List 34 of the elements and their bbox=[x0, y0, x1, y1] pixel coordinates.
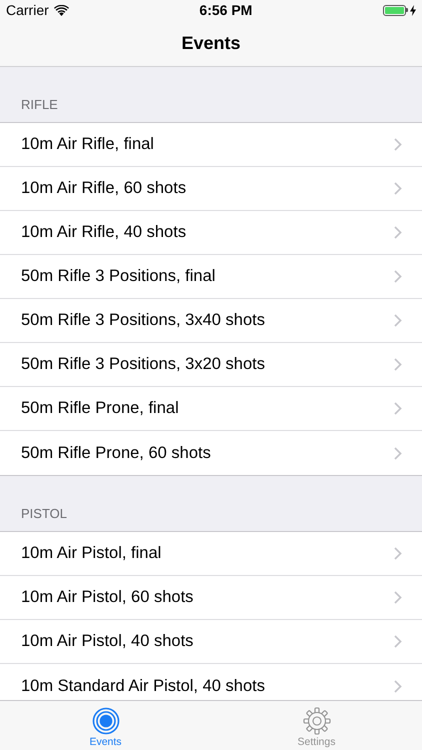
chevron-icon bbox=[394, 635, 402, 648]
event-label: 50m Rifle Prone, 60 shots bbox=[21, 442, 211, 464]
event-label: 10m Air Rifle, 40 shots bbox=[21, 222, 186, 244]
target-icon bbox=[92, 706, 120, 735]
event-label: 10m Standard Air Pistol, 40 shots bbox=[21, 676, 265, 697]
event-label: 10m Air Pistol, 40 shots bbox=[21, 631, 194, 652]
event-label: 50m Rifle 3 Positions, final bbox=[21, 266, 216, 288]
carrier-label: Carrier bbox=[6, 0, 49, 20]
chevron-icon bbox=[394, 446, 402, 460]
chevron-icon bbox=[394, 314, 402, 327]
section-header: RIFLE bbox=[21, 96, 58, 114]
clock-label: 6:56 PM bbox=[199, 0, 252, 20]
chevron-icon bbox=[394, 402, 402, 415]
event-label: 10m Air Rifle, final bbox=[21, 134, 154, 156]
chevron-icon bbox=[394, 182, 402, 195]
chevron-icon bbox=[394, 547, 402, 560]
battery-icon bbox=[382, 4, 408, 16]
screen-title: Events bbox=[181, 32, 241, 54]
event-label: 10m Air Rifle, 60 shots bbox=[21, 178, 186, 200]
event-label: 50m Rifle Prone, final bbox=[21, 398, 179, 420]
tab[interactable]: Events bbox=[0, 701, 211, 750]
chevron-icon bbox=[394, 226, 402, 239]
event-label: 50m Rifle 3 Positions, 3x40 shots bbox=[21, 310, 265, 332]
chevron-icon bbox=[394, 270, 402, 283]
section-header: PISTOL bbox=[21, 504, 68, 522]
event-label: 10m Air Pistol, 60 shots bbox=[21, 587, 194, 608]
chevron-icon bbox=[394, 138, 402, 151]
chevron-icon bbox=[394, 358, 402, 371]
event-label: 10m Air Pistol, final bbox=[21, 543, 162, 564]
chevron-icon bbox=[394, 591, 402, 604]
settings-icon bbox=[302, 706, 330, 735]
wifi-icon bbox=[54, 4, 69, 16]
chevron-icon bbox=[394, 680, 402, 692]
event-label: 50m Rifle 3 Positions, 3x20 shots bbox=[21, 354, 265, 376]
